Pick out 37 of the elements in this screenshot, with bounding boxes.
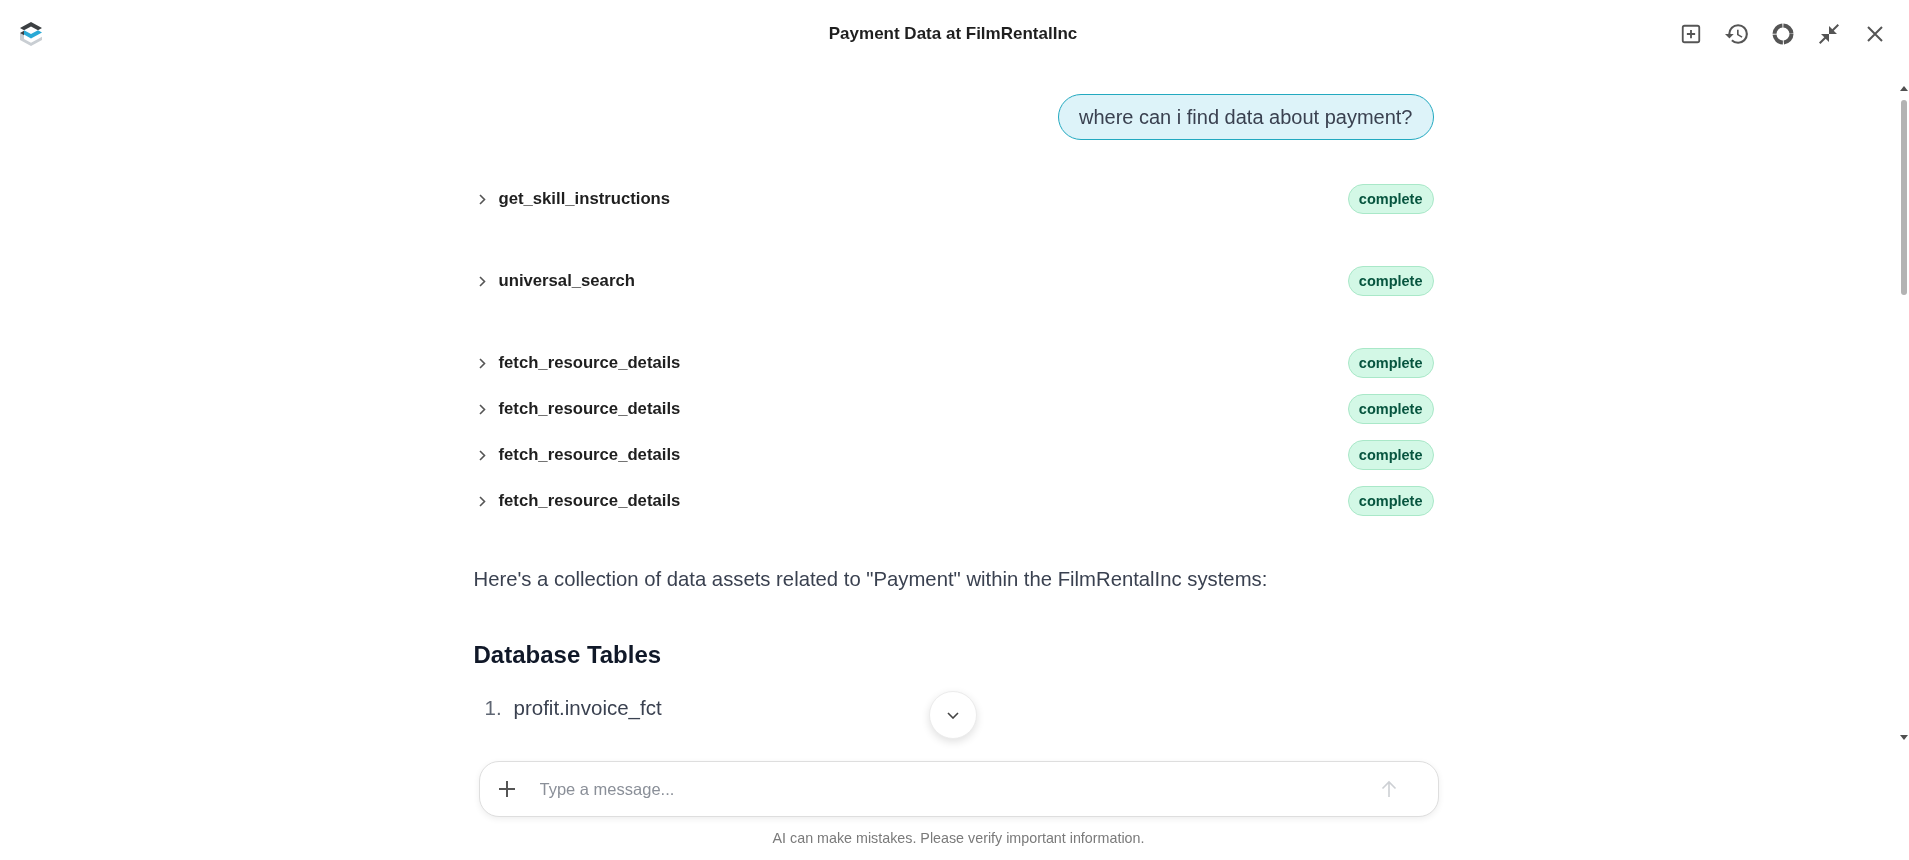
collapse-icon	[1819, 24, 1839, 44]
user-message-bubble: where can i find data about payment?	[1057, 94, 1434, 140]
tool-call-toggle[interactable]: fetch_resource_details	[473, 353, 681, 373]
tool-call-toggle[interactable]: fetch_resource_details	[473, 399, 681, 419]
tool-call-toggle[interactable]: get_skill_instructions	[473, 189, 671, 209]
status-badge: complete	[1347, 266, 1434, 296]
tool-call-toggle[interactable]: fetch_resource_details	[473, 491, 681, 511]
collapse-button[interactable]	[1816, 21, 1842, 47]
logo-icon	[18, 21, 44, 47]
tool-call-toggle[interactable]: fetch_resource_details	[473, 445, 681, 465]
plus-square-icon	[1680, 23, 1702, 45]
progress-button[interactable]	[1770, 21, 1796, 47]
list-item-text: profit.invoice_fct	[513, 695, 662, 722]
add-button[interactable]	[497, 780, 516, 798]
response-text: Here's a collection of data assets related to "Payment" within the FilmRentalInc systems:	[473, 567, 1269, 592]
window-title: Payment Data at FilmRentalInc	[828, 24, 1078, 44]
scroll-down-icon[interactable]	[1900, 735, 1908, 740]
history-button[interactable]	[1724, 21, 1750, 47]
tool-call-toggle[interactable]: universal_search	[473, 271, 635, 291]
composer-panel[interactable]: Type a message...	[478, 761, 1439, 817]
close-icon	[1867, 26, 1883, 42]
scroll-up-icon[interactable]	[1900, 86, 1908, 91]
list-number: 1.	[484, 695, 503, 721]
ring-icon	[1772, 23, 1794, 45]
message-input[interactable]: Type a message...	[539, 769, 1361, 809]
status-badge: complete	[1347, 394, 1434, 424]
status-badge: complete	[1347, 486, 1434, 516]
history-icon	[1725, 24, 1749, 44]
section-heading: Database Tables	[473, 640, 663, 670]
plus-icon	[497, 780, 516, 798]
status-badge: complete	[1347, 348, 1434, 378]
status-badge: complete	[1347, 184, 1434, 214]
scrollbar-thumb[interactable]	[1901, 100, 1907, 295]
arrow-up-icon	[1380, 780, 1397, 798]
chevron-down-icon	[946, 711, 959, 719]
status-badge: complete	[1347, 440, 1434, 470]
disclaimer-text: AI can make mistakes. Please verify important information.	[772, 830, 1145, 847]
